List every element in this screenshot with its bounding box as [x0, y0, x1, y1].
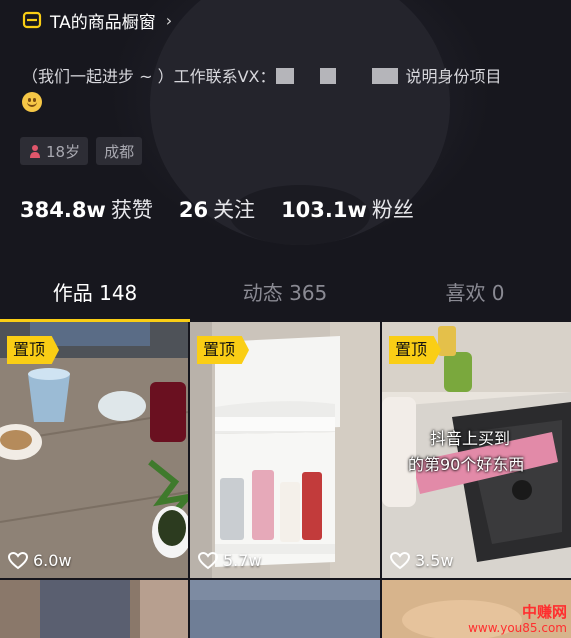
- tab-likes[interactable]: 喜欢 0: [380, 270, 570, 322]
- heart-icon: [390, 551, 410, 570]
- shop-icon: [22, 10, 42, 30]
- video-likes: 5.7w: [198, 551, 262, 570]
- likes-count: 3.5w: [415, 551, 454, 570]
- followers-label: 粉丝: [371, 198, 414, 222]
- age-tag: 18岁: [20, 137, 89, 165]
- redacted-block: [371, 68, 398, 84]
- bio-text-start: （我们一起进步 ~ ）工作联系VX：: [22, 66, 276, 86]
- video-thumbnail[interactable]: [0, 580, 188, 638]
- likes-count: 384.8w: [20, 198, 106, 222]
- smile-emoji-icon: [22, 92, 42, 112]
- redacted-block: [275, 68, 294, 84]
- followers-count: 103.1w: [281, 198, 367, 222]
- redacted-block: [319, 68, 336, 84]
- pinned-badge: 置顶: [197, 336, 250, 364]
- following-count: 26: [178, 198, 209, 222]
- likes-stat[interactable]: 384.8w 获赞: [20, 194, 153, 224]
- followers-stat[interactable]: 103.1w 粉丝: [281, 194, 414, 224]
- video-likes: 3.5w: [390, 551, 454, 570]
- profile-stats: 384.8w 获赞 26 关注 103.1w 粉丝: [20, 194, 414, 224]
- video-thumbnail[interactable]: [190, 580, 380, 638]
- profile-tags: 18岁 成都: [20, 137, 143, 165]
- heart-icon: [198, 551, 218, 570]
- watermark: 中赚网 www.you85.com: [468, 604, 567, 636]
- video-thumbnail-image: [0, 580, 188, 638]
- location-label: 成都: [104, 142, 135, 161]
- video-grid: 置顶 6.0w 置顶 5.7w 置顶 抖音上买到 的第90个好东西 3.5w 中…: [0, 322, 571, 638]
- pinned-badge: 置顶: [389, 336, 442, 364]
- pinned-badge: 置顶: [7, 336, 60, 364]
- watermark-url: www.you85.com: [468, 621, 567, 635]
- video-thumbnail[interactable]: 置顶 6.0w: [0, 322, 188, 578]
- video-thumbnail[interactable]: 中赚网 www.you85.com: [382, 580, 571, 638]
- caption-line: 抖音上买到: [430, 429, 511, 448]
- tab-works[interactable]: 作品 148: [0, 270, 190, 322]
- video-caption: 抖音上买到 的第90个好东西: [408, 426, 568, 478]
- video-thumbnail-image: [190, 580, 380, 638]
- video-likes: 6.0w: [8, 551, 72, 570]
- watermark-title: 中赚网: [521, 603, 567, 621]
- following-label: 关注: [213, 198, 256, 222]
- age-label: 18岁: [46, 142, 81, 161]
- shop-window-link[interactable]: TA的商品橱窗 ›: [22, 7, 172, 33]
- profile-bio: （我们一起进步 ~ ）工作联系VX： 说明身份项目: [22, 64, 552, 112]
- video-thumbnail[interactable]: 置顶 5.7w: [190, 322, 380, 578]
- female-icon: [28, 144, 42, 158]
- likes-count: 6.0w: [33, 551, 72, 570]
- video-thumbnail[interactable]: 置顶 抖音上买到 的第90个好东西 3.5w: [382, 322, 571, 578]
- profile-tabs: 作品 148 动态 365 喜欢 0: [0, 270, 571, 322]
- chevron-right-icon: ›: [165, 10, 173, 30]
- location-tag: 成都: [96, 137, 143, 165]
- following-stat[interactable]: 26 关注: [179, 194, 255, 224]
- shop-window-label: TA的商品橱窗: [50, 12, 156, 33]
- profile-header: TA的商品橱窗 › （我们一起进步 ~ ）工作联系VX： 说明身份项目 18岁 …: [0, 0, 571, 322]
- caption-line: 的第90个好东西: [408, 455, 525, 474]
- likes-count: 5.7w: [223, 551, 262, 570]
- heart-icon: [8, 551, 28, 570]
- tab-moments[interactable]: 动态 365: [190, 270, 380, 322]
- likes-label: 获赞: [110, 198, 153, 222]
- bio-text-end: 说明身份项目: [405, 66, 502, 86]
